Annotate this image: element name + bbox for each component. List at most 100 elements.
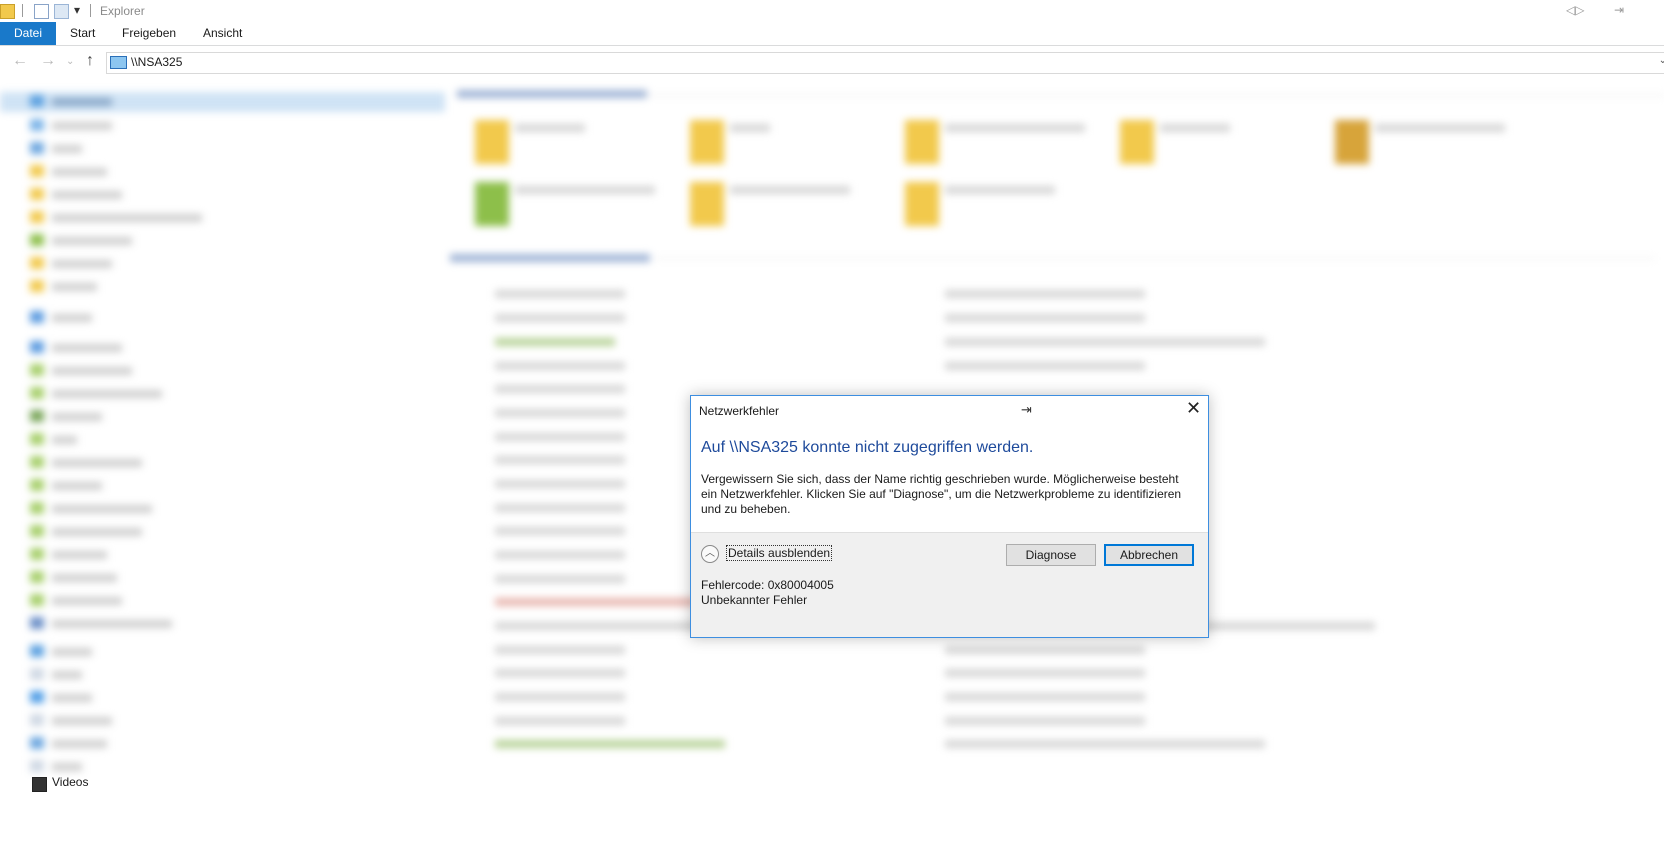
placeholder-text [945,740,1265,748]
placeholder-text [945,290,1145,298]
error-code: Fehlercode: 0x80004005 [701,578,834,592]
back-arrow-icon[interactable]: ← [12,52,28,70]
placeholder-text [945,693,1145,701]
desktop-icon [30,691,44,703]
placeholder-text [945,646,1145,654]
separator [90,4,91,17]
placeholder-text [730,124,770,132]
title-bar: ▾ Explorer ◁▷ ⇥ [0,0,1664,22]
tab-datei[interactable]: Datei [0,22,57,45]
placeholder-text [52,505,152,513]
tab-freigeben[interactable]: Freigeben [108,22,190,45]
dialog-heading: Auf \\NSA325 konnte nicht zugegriffen we… [701,439,1034,456]
dialog-button-bar: ︿ Details ausblenden Diagnose Abbrechen [691,532,1208,576]
cloud-icon [30,341,44,353]
group-header [457,90,647,98]
placeholder-text [52,191,122,199]
placeholder-text [52,648,92,656]
placeholder-text [495,717,625,725]
music-icon [30,760,44,772]
forward-arrow-icon[interactable]: → [40,52,56,70]
placeholder-text [52,390,162,398]
cancel-button[interactable]: Abbrechen [1104,544,1194,566]
folder-icon [690,120,724,164]
address-bar[interactable]: \\NSA325 ⌄ [106,52,1664,74]
placeholder-text [495,409,625,417]
placeholder-text [495,385,625,393]
placeholder-text [495,504,625,512]
folder-icon [30,502,44,514]
video-icon [32,777,47,792]
network-error-dialog: Netzwerkfehler ⇥ ✕ Auf \\NSA325 konnte n… [690,395,1209,638]
diagnose-button[interactable]: Diagnose [1006,544,1096,566]
exit-icon[interactable]: ⇥ [1614,3,1624,17]
up-arrow-icon[interactable]: ↑ [86,52,94,70]
navigation-pane [0,78,445,844]
document-icon [30,714,44,726]
folder-icon [30,456,44,468]
customize-quick-access-icon[interactable]: ▾ [74,3,80,17]
placeholder-text [515,124,585,132]
folder-icon[interactable] [0,4,15,19]
placeholder-text [52,482,102,490]
placeholder-text [52,344,122,352]
placeholder-text [52,694,92,702]
placeholder-text [495,598,695,606]
folder-icon [30,257,44,269]
cloud-icon [30,311,44,323]
placeholder-text [515,186,655,194]
folder-icon [30,211,44,223]
folder-icon [1120,120,1154,164]
folder-icon [905,120,939,164]
placeholder-text [945,362,1145,370]
chevron-up-icon[interactable]: ︿ [701,545,719,563]
folder-icon [30,571,44,583]
new-folder-icon[interactable] [54,4,69,19]
placeholder-text [52,314,92,322]
placeholder-text [52,551,107,559]
recent-locations-icon[interactable]: ⌄ [66,56,74,67]
folder-icon [30,234,44,246]
tab-start[interactable]: Start [56,22,109,45]
placeholder-text [495,290,625,298]
expand-icon[interactable]: ◁▷ [1566,3,1584,17]
tab-ansicht[interactable]: Ansicht [189,22,256,45]
placeholder-text [52,168,107,176]
details-toggle[interactable]: Details ausblenden [726,545,833,561]
folder-icon [30,280,44,292]
folder-icon [30,525,44,537]
placeholder-text [52,98,112,106]
window-title: Explorer [100,4,145,18]
placeholder-text [52,145,82,153]
placeholder-text [945,717,1145,725]
placeholder-text [52,459,142,467]
placeholder-text [495,338,615,346]
placeholder-text [495,740,725,748]
chevron-down-icon[interactable]: ⌄ [1659,55,1664,66]
placeholder-text [945,338,1265,346]
placeholder-text [495,575,625,583]
placeholder-text [52,528,142,536]
address-path[interactable]: \\NSA325 [131,55,182,69]
download-icon [30,142,44,154]
placeholder-text [945,314,1145,322]
divider [645,95,1664,96]
folder-icon [30,479,44,491]
properties-icon[interactable] [34,4,49,19]
folder-icon [30,188,44,200]
error-description: Unbekannter Fehler [701,593,808,607]
placeholder-text [52,763,82,771]
placeholder-text [52,620,172,628]
placeholder-text [1160,124,1230,132]
close-icon[interactable]: ✕ [1186,399,1201,417]
computer-icon [110,56,127,69]
folder-icon [30,364,44,376]
placeholder-text [52,237,132,245]
nav-item-videos[interactable]: Videos [52,775,88,789]
separator [22,4,23,17]
folder-icon [1335,120,1369,164]
placeholder-text [495,314,625,322]
placeholder-text [52,214,202,222]
folder-icon [30,165,44,177]
group-header [450,254,650,262]
